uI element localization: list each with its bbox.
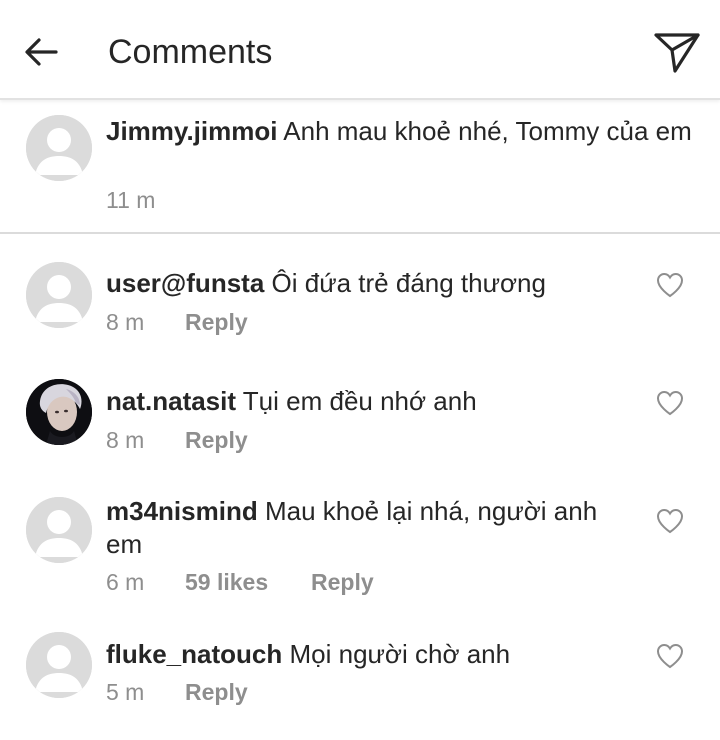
comment-time: 6 m <box>106 569 145 595</box>
comment-item: nat.natasit Tụi em đều nhớ anh 8 m Reply <box>0 354 720 472</box>
comment-text-block: user@funsta Ôi đứa trẻ đáng thương <box>106 267 640 300</box>
share-button[interactable] <box>650 26 704 78</box>
reply-button[interactable]: Reply <box>185 426 248 454</box>
comment-text-block: nat.natasit Tụi em đều nhớ anh <box>106 385 640 418</box>
heart-icon[interactable] <box>656 272 684 298</box>
comment-text: Tụi em đều nhớ anh <box>242 386 477 416</box>
back-button[interactable] <box>18 30 64 74</box>
reply-button[interactable]: Reply <box>185 308 248 336</box>
heart-icon[interactable] <box>656 508 684 534</box>
page-title: Comments <box>108 33 273 71</box>
default-avatar-icon <box>26 115 92 181</box>
comment-text-block: fluke_natouch Mọi người chờ anh <box>106 638 640 671</box>
default-avatar-icon <box>26 632 92 698</box>
avatar[interactable] <box>26 262 92 328</box>
header-bar: Comments <box>0 0 720 100</box>
comments-screen: Comments Jimmy.jimmoi Anh mau khoẻ nhé, … <box>0 0 720 740</box>
likes-count[interactable]: 59 likes <box>185 568 311 596</box>
avatar[interactable] <box>26 632 92 698</box>
arrow-left-icon <box>25 38 58 66</box>
avatar[interactable] <box>26 497 92 563</box>
comment-time: 5 m <box>106 679 145 705</box>
caption-time: 11 m <box>106 187 156 213</box>
comment-text: Ôi đứa trẻ đáng thương <box>271 268 546 298</box>
comment-text-block: m34nismind Mau khoẻ lại nhá, người anh e… <box>106 495 600 561</box>
comment-meta: 6 m 59 likes Reply <box>106 568 374 596</box>
reply-button[interactable]: Reply <box>185 678 248 706</box>
comment-time: 8 m <box>106 427 145 453</box>
caption-meta: 11 m <box>106 186 185 214</box>
avatar[interactable] <box>26 379 92 445</box>
heart-icon[interactable] <box>656 643 684 669</box>
comment-meta: 8 m Reply <box>106 426 248 454</box>
comment-text: Mọi người chờ anh <box>289 639 511 669</box>
paper-plane-icon <box>654 33 700 73</box>
avatar[interactable] <box>26 115 92 181</box>
heart-icon[interactable] <box>656 390 684 416</box>
default-avatar-icon <box>26 497 92 563</box>
caption-text: Anh mau khoẻ nhé, Tommy của em <box>283 116 692 146</box>
caption-username[interactable]: Jimmy.jimmoi <box>106 116 277 146</box>
comment-username[interactable]: user@funsta <box>106 268 264 298</box>
comment-meta: 8 m Reply <box>106 308 248 336</box>
caption-text-block: Jimmy.jimmoi Anh mau khoẻ nhé, Tommy của… <box>106 115 700 148</box>
comment-username[interactable]: nat.natasit <box>106 386 236 416</box>
comment-item: user@funsta Ôi đứa trẻ đáng thương 8 m R… <box>0 236 720 354</box>
comment-meta: 5 m Reply <box>106 678 248 706</box>
comment-item: fluke_natouch Mọi người chờ anh 5 m Repl… <box>0 616 720 740</box>
comment-item: m34nismind Mau khoẻ lại nhá, người anh e… <box>0 472 720 616</box>
comment-username[interactable]: m34nismind <box>106 496 258 526</box>
reply-button[interactable]: Reply <box>311 568 374 596</box>
profile-photo-icon <box>26 379 92 445</box>
post-caption: Jimmy.jimmoi Anh mau khoẻ nhé, Tommy của… <box>0 100 720 234</box>
default-avatar-icon <box>26 262 92 328</box>
comment-time: 8 m <box>106 309 145 335</box>
comment-username[interactable]: fluke_natouch <box>106 639 282 669</box>
